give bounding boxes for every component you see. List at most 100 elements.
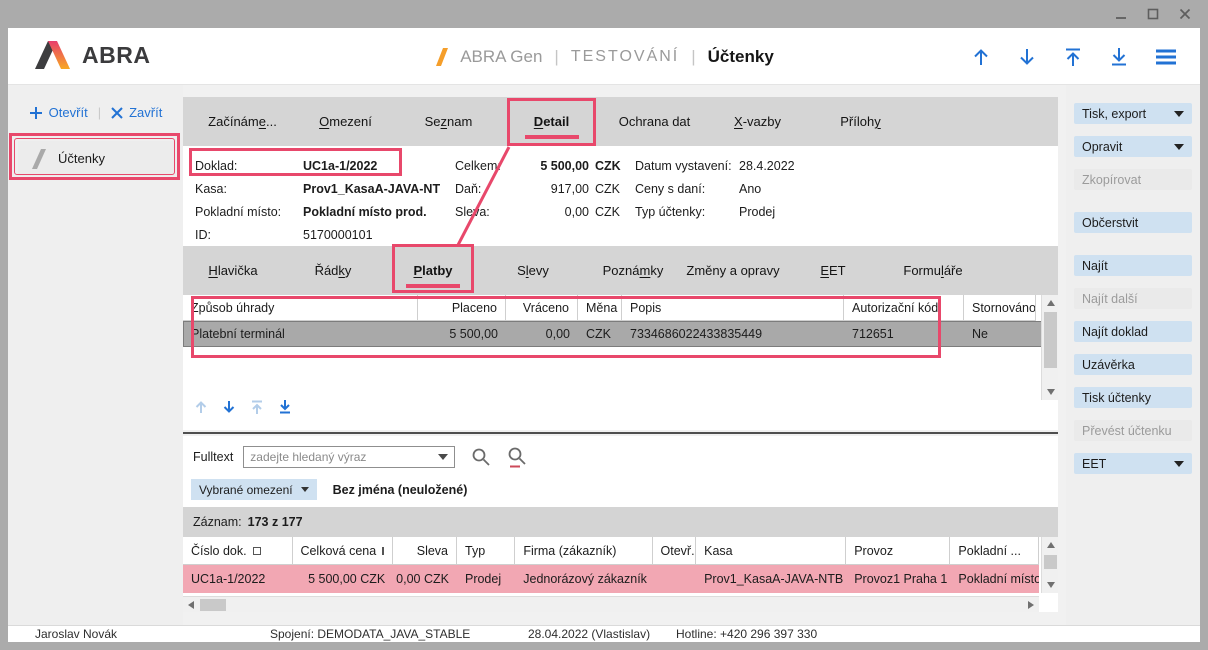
button-label: Převést účtenku [1082, 424, 1172, 438]
column-header-m-na[interactable]: Měna [578, 295, 622, 321]
tab-za-n-me[interactable]: Začínáme... [191, 97, 294, 146]
combo-dropdown-icon[interactable] [438, 454, 448, 460]
tab-p-lohy[interactable]: Přílohy [809, 97, 912, 146]
app-header: ABRA ABRA Gen | TESTOVÁNÍ | Účtenky [8, 28, 1200, 85]
column-header-kasa[interactable]: Kasa [696, 537, 846, 565]
status-connection: Spojení: DEMODATA_JAVA_STABLE [270, 627, 470, 641]
sort-marker-icon[interactable] [382, 547, 384, 555]
column-header-typ[interactable]: Typ [457, 537, 515, 565]
detail-dv1: Prov1_KasaA-JAVA-NT [303, 182, 455, 196]
column-header-autoriza-n-k-d[interactable]: Autorizační kód [844, 295, 964, 321]
column-header-stornov-no[interactable]: Stornováno [964, 295, 1036, 321]
detail-dl1: ID: [195, 228, 303, 242]
column-header-provoz[interactable]: Provoz [846, 537, 950, 565]
detail-row: ID:5170000101 [183, 223, 1058, 246]
sort-marker-icon[interactable] [253, 547, 261, 555]
column-header-pokladn[interactable]: Pokladní ... [950, 537, 1039, 565]
detail-dv1: 5170000101 [303, 228, 455, 242]
row-up-icon[interactable] [193, 399, 209, 415]
column-header-placeno[interactable]: Placeno [418, 295, 506, 321]
search-icon[interactable] [471, 447, 491, 467]
detail-dl3: Ceny s daní: [635, 182, 739, 196]
detail-dl3: Typ účtenky: [635, 205, 739, 219]
minimize-button[interactable] [1114, 7, 1128, 21]
button-label: Najít [1082, 259, 1108, 273]
tab-formul-e[interactable]: Formuláře [883, 246, 983, 295]
cell-kasa: Prov1_KasaA-JAVA-NTB [696, 565, 846, 593]
tab-hlavi-ka[interactable]: Hlavička [183, 246, 283, 295]
menu-icon[interactable] [1154, 46, 1178, 68]
sub-tab-bar: HlavičkaŘádkyPlatbySlevyPoznámkyZměny a … [183, 246, 1058, 295]
column-header-firma-z-kazn-k[interactable]: Firma (zákazník) [515, 537, 652, 565]
row-first-icon[interactable] [249, 399, 265, 415]
selected-restriction-button[interactable]: Vybrané omezení [191, 479, 317, 500]
open-button[interactable]: Otevřít [29, 105, 88, 120]
uz-v-rka-button[interactable]: Uzávěrka [1074, 354, 1192, 375]
sidebar-item-uctenky[interactable]: Účtenky [18, 141, 175, 176]
close-button[interactable] [1178, 7, 1192, 21]
detail-dl1: Kasa: [195, 182, 303, 196]
ob-erstvit-button[interactable]: Občerstvit [1074, 212, 1192, 233]
detail-dl2: Celkem: [455, 159, 507, 173]
arrow-last-icon[interactable] [1108, 46, 1130, 68]
cell-firma-z-kazn-k: Jednorázový zákazník [515, 565, 652, 593]
detail-dv2: 0,00 [507, 205, 595, 219]
breadcrumb-environment: TESTOVÁNÍ [571, 48, 679, 66]
dropdown-arrow-icon [1174, 144, 1184, 150]
tab-ochrana-dat[interactable]: Ochrana dat [603, 97, 706, 146]
column-header-vr-ceno[interactable]: Vráceno [506, 295, 578, 321]
tab-dky[interactable]: Řádky [283, 246, 383, 295]
close-button-sidebar[interactable]: Zavřít [111, 105, 162, 120]
detail-dv3: Ano [739, 182, 1058, 196]
maximize-button[interactable] [1146, 7, 1160, 21]
column-header-slo-dok[interactable]: Číslo dok. [183, 537, 293, 565]
table-row[interactable]: UC1a-1/20225 500,00 CZK0,00 CZKProdejJed… [183, 565, 1039, 593]
column-header-sleva[interactable]: Sleva [393, 537, 457, 565]
search-filtered-icon[interactable] [507, 446, 527, 468]
tab-slevy[interactable]: Slevy [483, 246, 583, 295]
cell-sleva: 0,00 CZK [393, 565, 457, 593]
list-vscrollbar[interactable] [1041, 537, 1058, 593]
tab-pozn-mky[interactable]: Poznámky [583, 246, 683, 295]
tab-zm-ny-a-opravy[interactable]: Změny a opravy [683, 246, 783, 295]
page-title: Účtenky [708, 47, 774, 67]
fulltext-combobox[interactable] [243, 446, 455, 468]
payments-pane: Způsob úhradyPlacenoVrácenoMěnaPopisAuto… [183, 295, 1058, 430]
header-nav-icons [970, 28, 1178, 85]
tab-detail[interactable]: Detail [500, 97, 603, 146]
column-header-otev[interactable]: Otevř. [653, 537, 697, 565]
arrow-up-icon[interactable] [970, 46, 992, 68]
breadcrumb-app: ABRA Gen [460, 47, 542, 67]
row-down-icon[interactable] [221, 399, 237, 415]
arrow-down-icon[interactable] [1016, 46, 1038, 68]
detail-dv1: UC1a-1/2022 [303, 159, 455, 173]
detail-row: Doklad:UC1a-1/2022Celkem:5 500,00CZKDatu… [183, 154, 1058, 177]
eet-button[interactable]: EET [1074, 453, 1192, 474]
tab-x-vazby[interactable]: X-vazby [706, 97, 809, 146]
button-label: Uzávěrka [1082, 358, 1135, 372]
tab-omezen[interactable]: Omezení [294, 97, 397, 146]
naj-t-button[interactable]: Najít [1074, 255, 1192, 276]
receipts-list-pane: Číslo dok.Celková cenaSlevaTypFirma (zák… [183, 537, 1058, 612]
payments-scrollbar[interactable] [1041, 295, 1058, 400]
window-titlebar[interactable] [0, 0, 1208, 28]
tisk-tenky-button[interactable]: Tisk účtenky [1074, 387, 1192, 408]
fulltext-input[interactable] [244, 450, 426, 464]
column-header-zp-sob-hrady[interactable]: Způsob úhrady [183, 295, 418, 321]
list-hscrollbar[interactable] [183, 596, 1039, 612]
table-row[interactable]: Platební terminál5 500,000,00CZK73346860… [183, 321, 1058, 347]
row-last-icon[interactable] [277, 399, 293, 415]
column-header-popis[interactable]: Popis [622, 295, 844, 321]
dropdown-arrow-icon [1174, 111, 1184, 117]
opravit-button[interactable]: Opravit [1074, 136, 1192, 157]
naj-t-doklad-button[interactable]: Najít doklad [1074, 321, 1192, 342]
tisk-export-button[interactable]: Tisk, export [1074, 103, 1192, 124]
arrow-first-icon[interactable] [1062, 46, 1084, 68]
tab-eet[interactable]: EET [783, 246, 883, 295]
tab-seznam[interactable]: Seznam [397, 97, 500, 146]
button-label: Najít doklad [1082, 325, 1148, 339]
detail-dl3: Datum vystavení: [635, 159, 739, 173]
cell-m-na: CZK [578, 321, 622, 347]
column-header-celkov-cena[interactable]: Celková cena [293, 537, 394, 565]
tab-platby[interactable]: Platby [383, 246, 483, 295]
